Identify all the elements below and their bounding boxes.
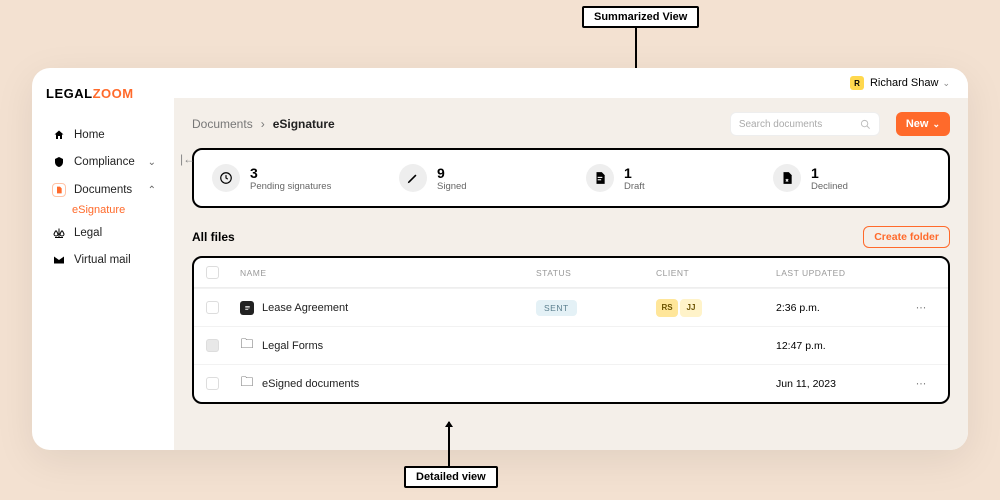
new-button-label: New [906, 118, 929, 130]
row-name: Legal Forms [262, 340, 323, 352]
create-folder-button[interactable]: Create folder [863, 226, 950, 248]
sidebar: LEGALZOOM Home Compliance ⌄ Document [32, 68, 174, 450]
sidebar-label-esignature: eSignature [72, 204, 125, 216]
brand-part-1: LEGAL [46, 86, 93, 101]
row-checkbox[interactable] [206, 377, 219, 390]
sidebar-item-virtual-mail[interactable]: Virtual mail [46, 248, 162, 272]
collapse-sidebar-button[interactable]: |← [180, 152, 195, 166]
breadcrumb-current: eSignature [273, 117, 335, 131]
declined-icon [773, 164, 801, 192]
breadcrumb-separator: › [261, 117, 265, 131]
mail-icon [52, 254, 66, 266]
breadcrumb-parent[interactable]: Documents [192, 117, 253, 131]
main-content: R Richard Shaw ⌄ Documents › eSignature … [174, 68, 968, 450]
row-updated: Jun 11, 2023 [776, 378, 906, 390]
table-row[interactable]: 🗀 eSigned documents Jun 11, 2023 ⋯ [194, 364, 948, 402]
client-chip: JJ [680, 299, 702, 317]
document-icon [240, 301, 254, 315]
sidebar-nav: Home Compliance ⌄ Documents ⌃ eSignature [46, 123, 162, 272]
stat-declined[interactable]: 1Declined [773, 164, 930, 192]
row-checkbox[interactable] [206, 301, 219, 314]
stat-draft-count: 1 [624, 165, 645, 181]
stat-signed-label: Signed [437, 181, 467, 192]
callout-detailed-view: Detailed view [404, 466, 498, 488]
row-more-button[interactable]: ⋯ [906, 378, 936, 390]
new-button[interactable]: New ⌄ [896, 112, 950, 136]
row-clients: RS JJ [656, 299, 776, 317]
shield-icon [52, 156, 66, 168]
summary-cards: 3Pending signatures 9Signed 1Draft 1Decl… [192, 148, 950, 208]
sidebar-item-documents[interactable]: Documents ⌃ [46, 177, 162, 203]
sidebar-label-documents: Documents [74, 184, 132, 196]
stat-pending-label: Pending signatures [250, 181, 331, 192]
brand-logo: LEGALZOOM [46, 86, 162, 101]
row-checkbox[interactable] [206, 339, 219, 352]
folder-icon: 🗀 [240, 377, 254, 391]
row-name: Lease Agreement [262, 302, 348, 314]
search-icon [860, 119, 871, 130]
col-status: STATUS [536, 268, 656, 278]
status-badge: SENT [536, 300, 577, 316]
sidebar-label-home: Home [74, 129, 105, 141]
callout-summarized-view: Summarized View [582, 6, 699, 28]
table-header: NAME STATUS CLIENT LAST UPDATED [194, 258, 948, 288]
search-placeholder: Search documents [739, 119, 822, 130]
arrow-to-summary [635, 26, 637, 73]
sidebar-item-legal[interactable]: Legal [46, 221, 162, 245]
stat-declined-count: 1 [811, 165, 848, 181]
table-row[interactable]: 🗀 Legal Forms 12:47 p.m. [194, 326, 948, 364]
all-files-header: All files Create folder [192, 226, 950, 248]
draft-icon [586, 164, 614, 192]
chevron-down-icon[interactable]: ⌄ [942, 78, 950, 89]
sidebar-label-compliance: Compliance [74, 156, 135, 168]
sidebar-label-legal: Legal [74, 227, 102, 239]
chevron-up-icon: ⌃ [148, 185, 156, 196]
folder-icon: 🗀 [240, 339, 254, 353]
client-chip: RS [656, 299, 678, 317]
topbar: R Richard Shaw ⌄ [174, 68, 968, 98]
all-files-heading: All files [192, 230, 235, 244]
stat-signed[interactable]: 9Signed [399, 164, 556, 192]
row-updated: 2:36 p.m. [776, 302, 906, 314]
toolbar-row: Documents › eSignature Search documents … [174, 98, 968, 148]
documents-icon [52, 183, 66, 197]
stat-draft[interactable]: 1Draft [586, 164, 743, 192]
sidebar-item-compliance[interactable]: Compliance ⌄ [46, 150, 162, 174]
sidebar-label-virtual-mail: Virtual mail [74, 254, 131, 266]
table-row[interactable]: Lease Agreement SENT RS JJ 2:36 p.m. ⋯ [194, 288, 948, 326]
files-table: NAME STATUS CLIENT LAST UPDATED Lease Ag… [192, 256, 950, 404]
sidebar-subitem-esignature[interactable]: eSignature [46, 204, 162, 216]
app-window: LEGALZOOM Home Compliance ⌄ Document [32, 68, 968, 450]
pen-icon [399, 164, 427, 192]
row-more-button[interactable]: ⋯ [906, 302, 936, 314]
select-all-checkbox[interactable] [206, 266, 219, 279]
col-updated: LAST UPDATED [776, 268, 906, 278]
home-icon [52, 129, 66, 141]
scales-icon [52, 227, 66, 239]
brand-part-2: ZOOM [93, 86, 134, 101]
stat-signed-count: 9 [437, 165, 467, 181]
arrow-to-detail [448, 422, 450, 466]
stat-declined-label: Declined [811, 181, 848, 192]
row-name: eSigned documents [262, 378, 359, 390]
clock-icon [212, 164, 240, 192]
col-name: NAME [240, 268, 536, 278]
chevron-down-icon: ⌄ [148, 157, 156, 168]
sidebar-item-home[interactable]: Home [46, 123, 162, 147]
row-updated: 12:47 p.m. [776, 340, 906, 352]
user-avatar: R [850, 76, 864, 90]
chevron-down-icon: ⌄ [932, 119, 940, 130]
stat-pending[interactable]: 3Pending signatures [212, 164, 369, 192]
stat-pending-count: 3 [250, 165, 331, 181]
user-name[interactable]: Richard Shaw [870, 77, 938, 89]
col-client: CLIENT [656, 268, 776, 278]
stat-draft-label: Draft [624, 181, 645, 192]
search-input[interactable]: Search documents [730, 112, 880, 136]
